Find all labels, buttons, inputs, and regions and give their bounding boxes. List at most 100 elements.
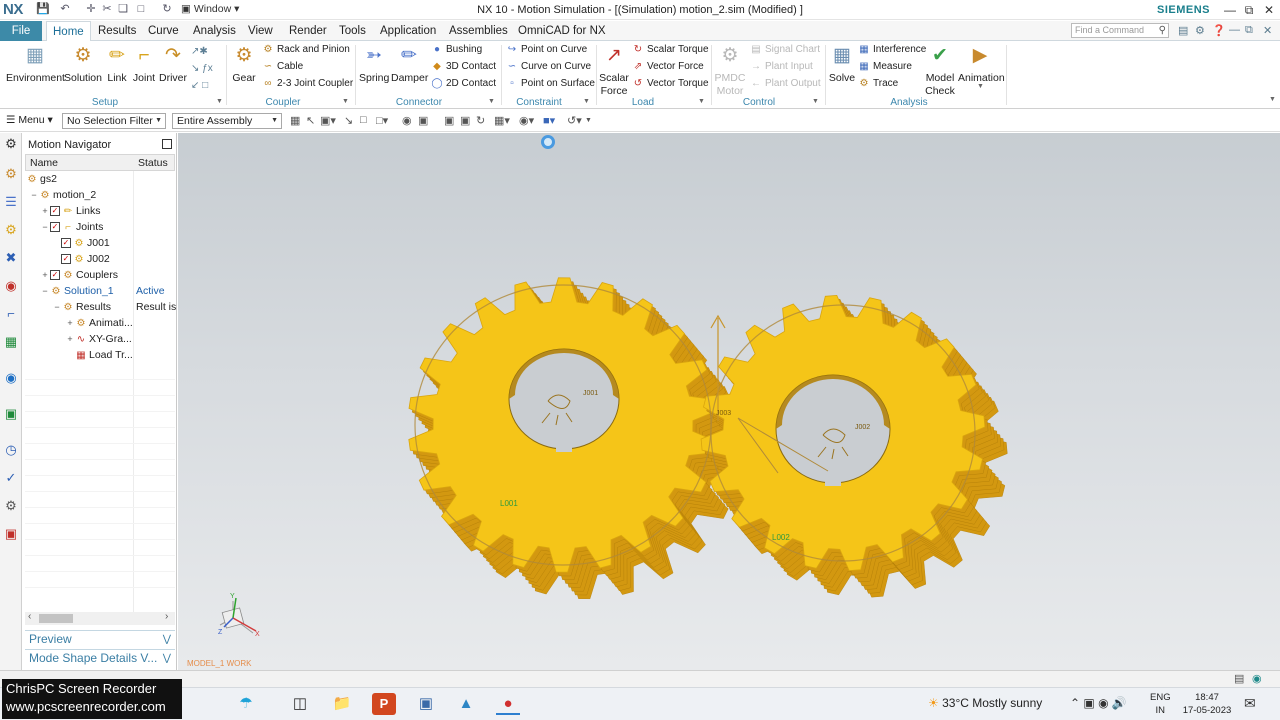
trace-button[interactable]: ⚙ Trace [858, 76, 899, 91]
system-scene-icon[interactable]: ▣ [3, 525, 19, 543]
couplers-checkbox[interactable]: ✓ [50, 270, 60, 281]
signal-chart-button[interactable]: ▤ Signal Chart [750, 42, 820, 57]
scalar-force-button[interactable]: ↗ Scalar Force [599, 44, 629, 98]
tree-row-motion-2[interactable]: − ⚙ motion_2 [29, 187, 96, 203]
render-style-icon[interactable]: ◉▾ [519, 114, 534, 127]
j002-checkbox[interactable]: ✓ [61, 254, 71, 265]
expand-icon[interactable]: + [40, 203, 50, 219]
tab-application[interactable]: Application [374, 21, 442, 41]
curve-on-curve-button[interactable]: ∽ Curve on Curve [506, 59, 591, 74]
network-icon[interactable]: ◉ [1098, 696, 1108, 710]
function-icon[interactable]: ↘ ƒx [191, 61, 213, 76]
status-window-icon[interactable]: ▤ [1234, 672, 1244, 685]
part-navigator-icon[interactable]: ⚙ [3, 221, 19, 239]
search-icon[interactable]: ⚲ [1159, 24, 1166, 37]
language-indicator[interactable]: ENG IN [1150, 691, 1171, 717]
3d-contact-button[interactable]: ◆ 3D Contact [431, 59, 496, 74]
toolbar-more-icon[interactable]: ▼ [585, 117, 592, 124]
hd3d-tools-icon[interactable]: ⌐ [3, 305, 19, 323]
lasso-select-icon[interactable]: □▾ [376, 114, 388, 127]
animation-button[interactable]: ▶ Animation [958, 44, 1005, 85]
joint-coupler-button[interactable]: ∞ 2-3 Joint Coupler [262, 76, 353, 91]
connector-more-icon[interactable]: ▼ [488, 98, 495, 105]
tree-row-gs2[interactable]: ⚙ gs2 [26, 171, 57, 187]
help-icon[interactable]: ❓ [1212, 24, 1226, 37]
motion-app-icon[interactable]: ● [496, 693, 520, 715]
links-checkbox[interactable]: ✓ [50, 206, 60, 217]
preview-panel[interactable]: Preview ⋁ [25, 630, 175, 647]
orient-view-icon[interactable]: ■▾ [543, 114, 555, 127]
constraint-more-icon[interactable]: ▼ [583, 98, 590, 105]
tab-render[interactable]: Render [283, 21, 333, 41]
constraint-navigator-icon[interactable]: ☰ [3, 193, 19, 211]
file-explorer-icon[interactable]: 📁 [330, 693, 354, 715]
tab-omnicad[interactable]: OmniCAD for NX [512, 21, 612, 41]
tree-row-results[interactable]: − ⚙ Results [52, 299, 111, 315]
sensor-icon[interactable]: ↙ □ [191, 78, 208, 93]
roles-icon[interactable]: ⚙ [3, 497, 19, 515]
scroll-right-icon[interactable]: › [165, 611, 168, 622]
control-more-icon[interactable]: ▼ [812, 98, 819, 105]
cable-button[interactable]: ∽ Cable [262, 59, 303, 74]
tree-row-animation[interactable]: + ⚙ Animati... [65, 315, 132, 331]
selection-filter-dropdown[interactable]: No Selection Filter ▼ [62, 113, 166, 129]
tab-results[interactable]: Results [92, 21, 142, 41]
animation-dropdown-icon[interactable]: ▼ [977, 83, 984, 90]
notification-icon[interactable]: ✉ [1244, 695, 1256, 712]
expand-icon[interactable]: + [40, 267, 50, 283]
driver-button[interactable]: ↷ Driver [158, 44, 188, 85]
status-globe-icon[interactable]: ◉ [1252, 672, 1262, 685]
settings-icon[interactable]: ⚙ [1195, 24, 1205, 37]
setup-more-icon[interactable]: ▼ [216, 98, 223, 105]
coupler-more-icon[interactable]: ▼ [342, 98, 349, 105]
joints-checkbox[interactable]: ✓ [50, 222, 60, 233]
tab-assemblies[interactable]: Assemblies [443, 21, 514, 41]
doc-restore-icon[interactable]: ⧉ [1245, 24, 1253, 37]
web-browser-icon[interactable]: ▦ [3, 333, 19, 351]
task-view-icon[interactable]: ◫ [288, 693, 312, 715]
body-icon[interactable]: ◉ [402, 114, 412, 127]
zoom-icon[interactable]: ▣ [460, 114, 470, 127]
block-icon[interactable]: ▣ [418, 114, 428, 127]
tree-row-load-transfer[interactable]: ▦ Load Tr... [75, 347, 133, 363]
powerpoint-icon[interactable]: P [372, 693, 396, 715]
maximize-navigator-icon[interactable] [162, 139, 172, 149]
load-more-icon[interactable]: ▼ [698, 98, 705, 105]
tab-tools[interactable]: Tools [333, 21, 372, 41]
work-view-icon[interactable]: ↺▾ [567, 114, 582, 127]
screen-recorder-icon[interactable]: ▣ [414, 693, 438, 715]
tree-row-joints[interactable]: − ✓ ⌐ Joints [40, 219, 103, 235]
tab-curve[interactable]: Curve [142, 21, 185, 41]
weather-widget[interactable]: ☀ 33°C Mostly sunny [928, 696, 1042, 710]
window-tile-icon[interactable]: ▤ [1178, 24, 1188, 37]
joint-button[interactable]: ⌐ Joint [131, 44, 157, 85]
2d-contact-button[interactable]: ◯ 2D Contact [431, 76, 496, 91]
manufacturing-wizards-icon[interactable]: ✓ [3, 469, 19, 487]
scalar-torque-button[interactable]: ↻ Scalar Torque [632, 42, 709, 57]
vector-force-button[interactable]: ⇗ Vector Force [632, 59, 704, 74]
selection-scope-dropdown[interactable]: Entire Assembly ▼ [172, 113, 282, 129]
collapse-icon[interactable]: − [40, 219, 50, 235]
measure-button[interactable]: ▦ Measure [858, 59, 912, 74]
collapse-icon[interactable]: − [40, 283, 50, 299]
tree-row-couplers[interactable]: + ✓ ⚙ Couplers [40, 267, 118, 283]
select-icon[interactable]: ↖ [306, 114, 315, 127]
process-studio-icon[interactable]: ◷ [3, 441, 19, 459]
horizontal-scrollbar[interactable]: ‹ › [25, 611, 175, 625]
column-name[interactable]: Name [30, 157, 58, 169]
gear-button[interactable]: ⚙ Gear [230, 44, 258, 85]
snap-icon[interactable]: ▦ [290, 114, 300, 127]
point-on-curve-button[interactable]: ↪ Point on Curve [506, 42, 587, 57]
tab-file[interactable]: File [0, 21, 42, 41]
layout-icon[interactable]: ▦▾ [494, 114, 510, 127]
collapse-icon[interactable]: − [29, 187, 39, 203]
gear-model[interactable]: J001 J002 J003 L001 L002 Y X Z [178, 133, 1280, 670]
reuse-library-icon[interactable]: ◉ [3, 277, 19, 295]
volume-icon[interactable]: 🔊 [1112, 696, 1127, 710]
pmdc-motor-button[interactable]: ⚙ PMDC Motor [714, 44, 746, 98]
collapse-icon[interactable]: − [52, 299, 62, 315]
marker-icon[interactable]: ↗✱ [191, 44, 208, 59]
fit-view-icon[interactable]: ▣ [444, 114, 454, 127]
nx-app-icon[interactable]: ▲ [454, 693, 478, 715]
chevron-up-icon[interactable]: ⌃ [1070, 696, 1080, 710]
